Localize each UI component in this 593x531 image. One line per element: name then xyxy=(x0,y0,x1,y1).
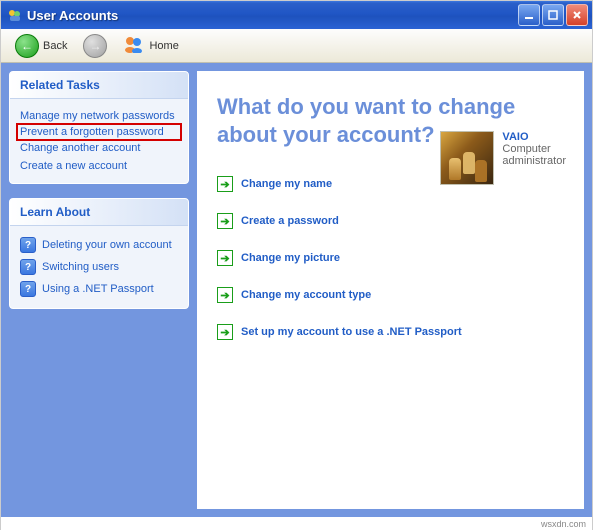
help-icon: ? xyxy=(20,281,36,297)
content-area: Related Tasks Manage my network password… xyxy=(1,63,592,517)
toolbar: ← Back → Home xyxy=(1,29,592,63)
action-change-type[interactable]: ➔Change my account type xyxy=(217,287,564,303)
footer-watermark: wsxdn.com xyxy=(1,517,592,531)
titlebar: User Accounts xyxy=(1,1,592,29)
home-label: Home xyxy=(149,40,178,52)
users-icon xyxy=(123,35,145,56)
maximize-button[interactable] xyxy=(542,4,564,26)
action-change-picture[interactable]: ➔Change my picture xyxy=(217,250,564,266)
user-box: VAIO Computer administrator xyxy=(440,131,566,185)
back-button[interactable]: ← Back xyxy=(9,32,73,60)
user-role-line2: administrator xyxy=(502,155,566,167)
user-role-line1: Computer xyxy=(502,143,566,155)
arrow-icon: ➔ xyxy=(217,213,233,229)
related-tasks-heading: Related Tasks xyxy=(10,72,188,99)
action-setup-passport[interactable]: ➔Set up my account to use a .NET Passpor… xyxy=(217,324,564,340)
minimize-button[interactable] xyxy=(518,4,540,26)
main-panel: What do you want to change about your ac… xyxy=(197,71,584,509)
action-create-password[interactable]: ➔Create a password xyxy=(217,213,564,229)
task-change-another[interactable]: Change another account xyxy=(20,139,178,157)
close-button[interactable] xyxy=(566,4,588,26)
app-icon xyxy=(7,7,23,23)
help-icon: ? xyxy=(20,259,36,275)
related-tasks-panel: Related Tasks Manage my network password… xyxy=(9,71,189,184)
sidebar: Related Tasks Manage my network password… xyxy=(9,71,189,509)
help-icon: ? xyxy=(20,237,36,253)
arrow-icon: ➔ xyxy=(217,287,233,303)
learn-deleting[interactable]: ?Deleting your own account xyxy=(20,234,178,256)
forward-arrow-icon: → xyxy=(83,34,107,58)
learn-about-panel: Learn About ?Deleting your own account ?… xyxy=(9,198,189,309)
learn-passport[interactable]: ?Using a .NET Passport xyxy=(20,278,178,300)
learn-about-heading: Learn About xyxy=(10,199,188,226)
task-create-account[interactable]: Create a new account xyxy=(20,157,178,175)
avatar xyxy=(440,131,494,185)
learn-switching[interactable]: ?Switching users xyxy=(20,256,178,278)
back-label: Back xyxy=(43,40,67,52)
back-arrow-icon: ← xyxy=(15,34,39,58)
window-title: User Accounts xyxy=(27,8,518,23)
arrow-icon: ➔ xyxy=(217,250,233,266)
home-button[interactable]: Home xyxy=(117,33,184,58)
user-name: VAIO xyxy=(502,131,566,143)
forward-button[interactable]: → xyxy=(77,32,113,60)
arrow-icon: ➔ xyxy=(217,176,233,192)
arrow-icon: ➔ xyxy=(217,324,233,340)
